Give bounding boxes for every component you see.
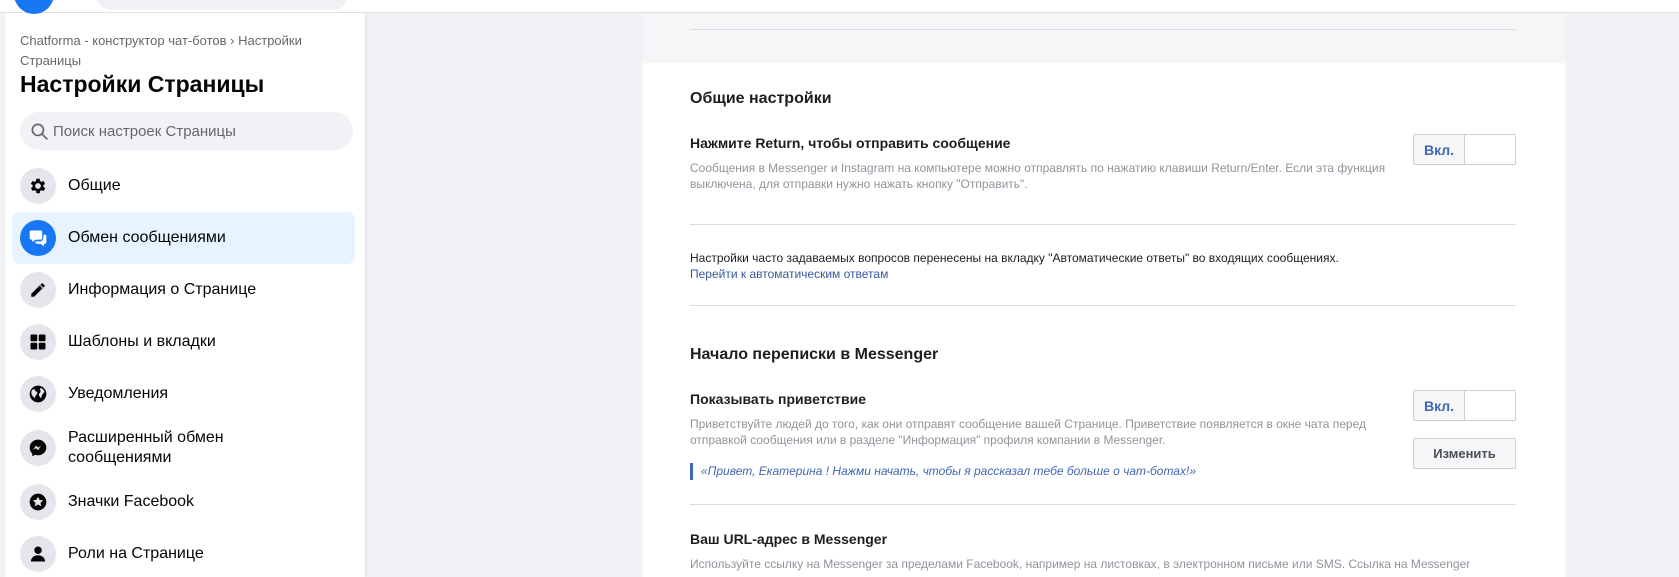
gear-icon	[20, 168, 56, 204]
messenger-url-description: Используйте ссылку на Messenger за преде…	[690, 557, 1471, 571]
sidebar-item-label: Шаблоны и вкладки	[68, 333, 216, 350]
grid-icon	[20, 324, 56, 360]
sidebar-item-templates-tabs[interactable]: Шаблоны и вкладки	[12, 316, 355, 368]
globe-icon	[20, 376, 56, 412]
return-to-send-toggle[interactable]: Вкл.	[1413, 134, 1516, 165]
show-greeting-toggle[interactable]: Вкл.	[1413, 390, 1516, 421]
faq-moved-note: Настройки часто задаваемых вопросов пере…	[690, 251, 1339, 265]
sidebar-item-page-roles[interactable]: Роли на Странице	[12, 528, 355, 577]
toggle-on-label[interactable]: Вкл.	[1414, 135, 1465, 164]
person-icon	[20, 536, 56, 572]
divider	[690, 29, 1516, 30]
show-greeting-description: Приветствуйте людей до того, как они отп…	[690, 417, 1366, 447]
search-icon	[31, 123, 48, 140]
return-to-send-title: Нажмите Return, чтобы отправить сообщени…	[690, 135, 1011, 151]
settings-nav: Общие Обмен сообщениями Информация о Стр…	[12, 160, 355, 577]
breadcrumb[interactable]: Chatforma - конструктор чат-ботов › Наст…	[20, 31, 320, 71]
sidebar-item-label: Значки Facebook	[68, 493, 195, 510]
general-settings-title: Общие настройки	[690, 90, 832, 107]
toggle-on-label[interactable]: Вкл.	[1414, 391, 1465, 420]
sidebar-item-label: Общие	[68, 177, 121, 194]
settings-sidebar: Chatforma - конструктор чат-ботов › Наст…	[5, 13, 365, 577]
sidebar-item-notifications[interactable]: Уведомления	[12, 368, 355, 420]
divider	[690, 504, 1516, 505]
badge-icon	[20, 484, 56, 520]
messenger-icon	[20, 430, 56, 466]
messenger-url-title: Ваш URL-адрес в Messenger	[690, 531, 888, 547]
facebook-logo[interactable]	[14, 0, 54, 14]
sidebar-item-messaging[interactable]: Обмен сообщениями	[12, 212, 355, 264]
divider	[690, 305, 1516, 306]
sidebar-item-label: Уведомления	[68, 385, 169, 402]
sidebar-item-label: Расширенный обмен сообщениями	[68, 429, 224, 466]
sidebar-item-general[interactable]: Общие	[12, 160, 355, 212]
sidebar-item-facebook-badges[interactable]: Значки Facebook	[12, 476, 355, 528]
pencil-icon	[20, 272, 56, 308]
settings-search[interactable]	[20, 112, 353, 150]
toggle-off-segment[interactable]	[1465, 391, 1515, 420]
messenger-start-title: Начало переписки в Messenger	[690, 346, 939, 363]
return-to-send-description: Сообщения в Messenger и Instagram на ком…	[690, 161, 1386, 191]
messages-icon	[20, 220, 56, 256]
greeting-preview: «Привет, Екатерина ! Нажми начать, чтобы…	[690, 463, 1196, 480]
divider	[690, 224, 1516, 225]
show-greeting-title: Показывать приветствие	[690, 391, 867, 407]
page-title: Настройки Страницы	[20, 71, 265, 97]
sidebar-item-label: Информация о Странице	[68, 281, 257, 298]
sidebar-item-label: Роли на Странице	[68, 545, 204, 562]
sidebar-item-label: Обмен сообщениями	[68, 229, 226, 246]
automatic-replies-link[interactable]: Перейти к автоматическим ответам	[690, 266, 888, 282]
global-search-input[interactable]	[96, 0, 348, 10]
messaging-settings-panel: Общие настройки Нажмите Return, чтобы от…	[643, 0, 1565, 577]
sidebar-item-advanced-messaging[interactable]: Расширенный обмен сообщениями	[12, 420, 355, 476]
top-bar	[0, 0, 1679, 14]
toggle-off-segment[interactable]	[1465, 135, 1515, 164]
settings-search-input[interactable]	[53, 112, 343, 150]
sidebar-item-page-info[interactable]: Информация о Странице	[12, 264, 355, 316]
edit-greeting-button[interactable]: Изменить	[1413, 438, 1516, 469]
